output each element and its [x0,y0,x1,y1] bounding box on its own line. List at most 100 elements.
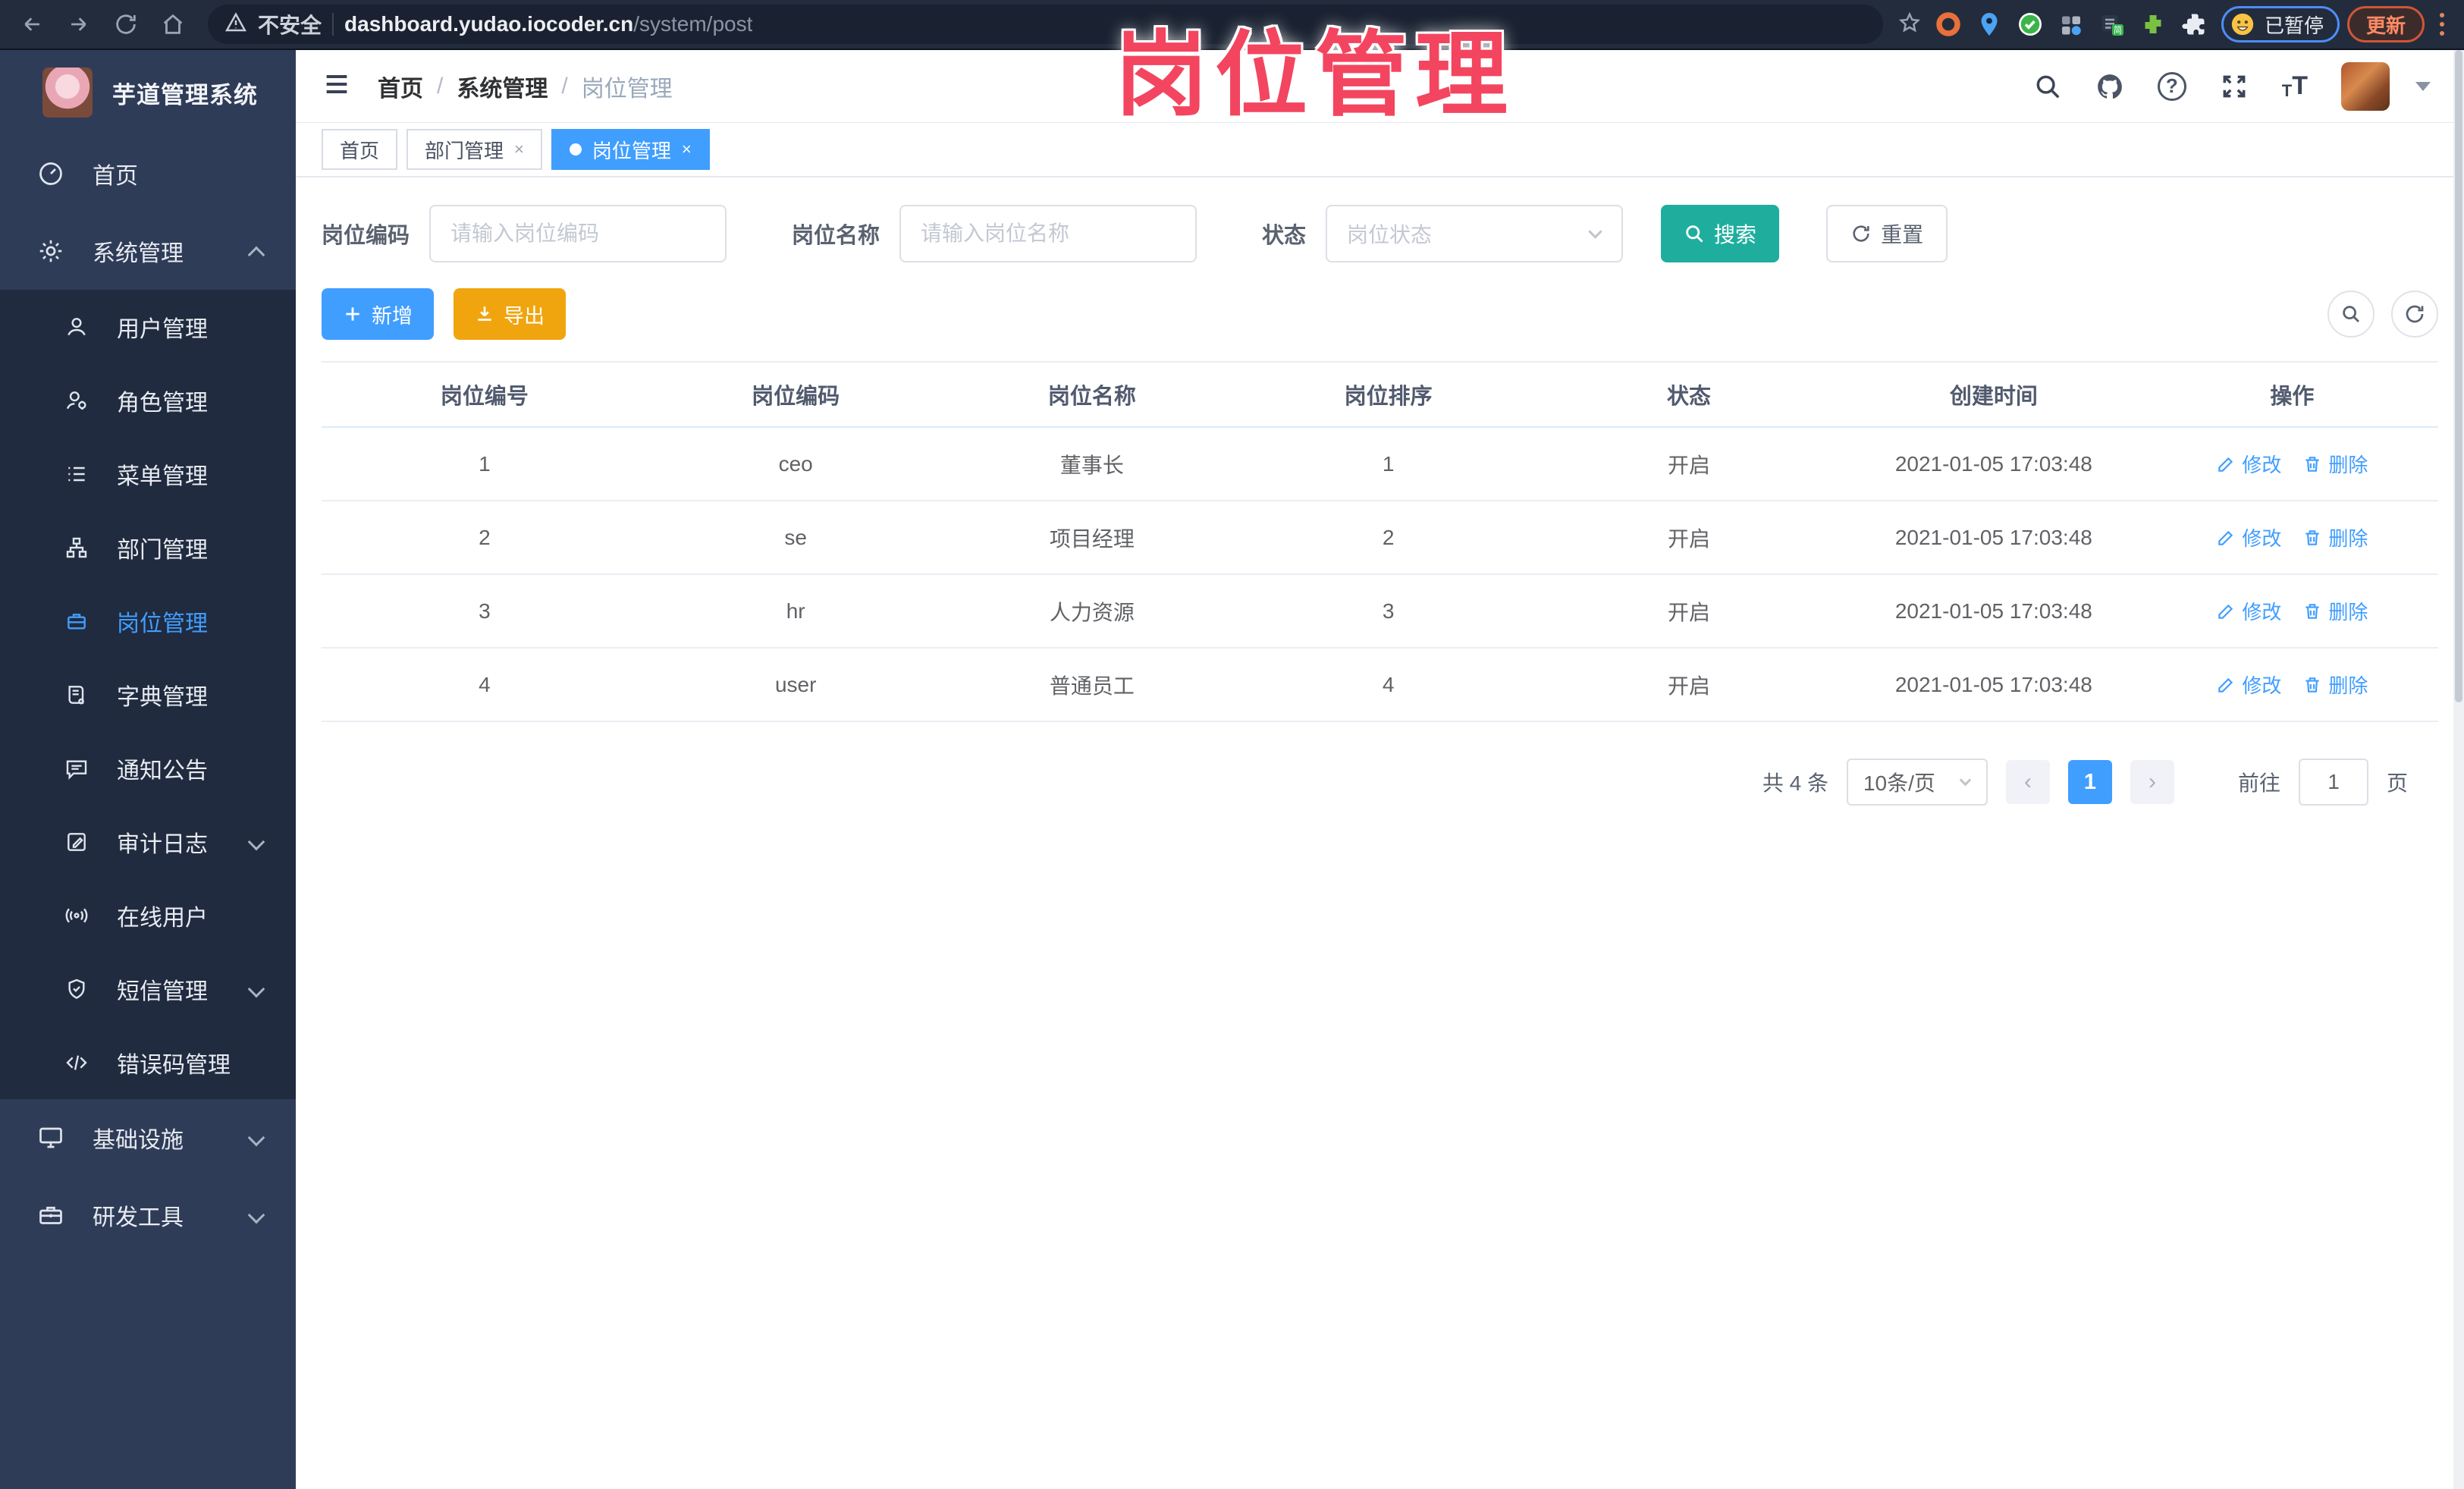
reset-button[interactable]: 重置 [1826,205,1948,262]
table-row[interactable]: 3 hr 人力资源 3 开启 2021-01-05 17:03:48 修改 删除 [322,574,2438,649]
sidebar-item-home[interactable]: 首页 [0,135,296,212]
extension-icon-green-check[interactable] [2017,11,2044,38]
extension-icon-orange-ring[interactable] [1935,11,1962,38]
extension-icon-green-puzzle[interactable] [2139,11,2167,38]
home-button[interactable] [153,5,193,44]
page-scrollbar[interactable] [2453,50,2464,1489]
security-label[interactable]: 不安全 [258,9,322,39]
screen: 岗位管理 不安全 dashboard.yudao.iocoder.cn/syst… [0,0,2464,1489]
sidebar-item-sms-mgmt[interactable]: 短信管理 [0,952,296,1026]
breadcrumb-home[interactable]: 首页 [378,70,423,103]
hamburger-icon[interactable] [322,69,352,103]
security-warning-icon[interactable] [224,11,247,38]
font-size-icon[interactable]: TT [2282,71,2308,101]
table-row[interactable]: 1 ceo 董事长 1 开启 2021-01-05 17:03:48 修改 删除 [322,427,2438,501]
sidebar-item-errcode-mgmt[interactable]: 错误码管理 [0,1026,296,1099]
sidebar-item-notice[interactable]: 通知公告 [0,731,296,805]
sidebar-item-dict-mgmt[interactable]: 字典管理 [0,658,296,731]
scrollbar-thumb[interactable] [2455,50,2462,702]
sidebar-item-audit-log[interactable]: 审计日志 [0,805,296,878]
note-edit-icon [64,829,89,855]
add-button[interactable]: 新增 [322,288,434,340]
search-icon[interactable] [2033,72,2062,101]
chevron-down-icon[interactable] [2415,81,2431,91]
delete-link[interactable]: 删除 [2302,450,2368,478]
sidebar-item-dept-mgmt[interactable]: 部门管理 [0,510,296,584]
extensions-menu-icon[interactable] [2180,11,2208,38]
delete-link[interactable]: 删除 [2302,671,2368,699]
cell-actions: 修改 删除 [2145,501,2438,575]
sidebar-item-post-mgmt[interactable]: 岗位管理 [0,584,296,658]
chevron-up-icon [247,246,265,264]
prev-page-button[interactable]: ‹ [2005,760,2050,804]
table-row[interactable]: 4 user 普通员工 4 开启 2021-01-05 17:03:48 修改 … [322,648,2438,722]
extension-icon-grid[interactable] [2058,11,2085,38]
goto-page-input[interactable] [2298,759,2368,806]
table-header-row: 岗位编号 岗位编码 岗位名称 岗位排序 状态 创建时间 操作 [322,361,2438,428]
status-select[interactable]: 岗位状态 [1326,205,1624,262]
page-size-select[interactable]: 10条/页 [1846,759,1988,806]
sidebar-item-label: 部门管理 [117,537,208,563]
back-button[interactable] [12,5,52,44]
avatar[interactable] [2341,61,2390,111]
tab-dept-mgmt[interactable]: 部门管理 × [406,129,542,170]
page-number-1[interactable]: 1 [2067,760,2112,804]
extension-icon-translate[interactable]: 简 [2098,11,2126,38]
delete-link[interactable]: 删除 [2302,523,2368,551]
sidebar-item-infra[interactable]: 基础设施 [0,1099,296,1176]
total-count: 共 4 条 [1762,771,1828,795]
sidebar-item-label: 短信管理 [117,979,208,1004]
edit-link[interactable]: 修改 [2216,523,2281,551]
sidebar-item-system[interactable]: 系统管理 [0,212,296,290]
breadcrumb-current: 岗位管理 [581,76,673,102]
browser-menu-icon[interactable] [2432,13,2452,36]
breadcrumb-system[interactable]: 系统管理 [457,70,548,103]
github-icon[interactable] [2095,72,2124,101]
page-unit-label: 页 [2386,771,2408,795]
status-label: 状态 [1262,224,1307,248]
export-button[interactable]: 导出 [454,288,566,340]
address-bar[interactable]: 不安全 dashboard.yudao.iocoder.cn/system/po… [208,5,1883,44]
forward-button[interactable] [59,5,99,44]
page-size-value: 10条/页 [1863,771,1935,795]
refresh-table-button[interactable] [2391,291,2438,338]
close-icon[interactable]: × [682,140,692,159]
sidebar-item-menu-mgmt[interactable]: 菜单管理 [0,437,296,510]
cell-created: 2021-01-05 17:03:48 [1841,574,2146,649]
main-area: 首页 / 系统管理 / 岗位管理 ? T T 首页 部门管理 × 岗位管理 × … [296,50,2464,1489]
url-text[interactable]: dashboard.yudao.iocoder.cn/system/post [344,12,752,36]
chevron-down-icon [1588,224,1602,239]
bookmark-star-icon[interactable] [1898,11,1921,38]
sidebar-item-devtools[interactable]: 研发工具 [0,1176,296,1254]
reload-button[interactable] [106,5,146,44]
sidebar-item-user-mgmt[interactable]: 用户管理 [0,290,296,363]
tab-post-mgmt[interactable]: 岗位管理 × [551,129,710,170]
paused-profile-badge[interactable]: 已暂停 [2221,6,2340,42]
cell-post-sort: 3 [1240,574,1537,649]
post-name-input[interactable] [899,205,1197,262]
post-code-input[interactable] [429,205,727,262]
next-page-button[interactable]: › [2130,760,2174,804]
sidebar-item-online-users[interactable]: 在线用户 [0,878,296,952]
cell-created: 2021-01-05 17:03:48 [1841,501,2146,575]
edit-link[interactable]: 修改 [2216,671,2281,699]
col-post-code: 岗位编码 [647,361,944,428]
fullscreen-icon[interactable] [2220,72,2249,101]
sidebar-item-role-mgmt[interactable]: 角色管理 [0,363,296,437]
smiley-avatar-icon [2231,13,2254,36]
search-icon [2343,306,2359,322]
header-actions: ? TT [2033,61,2431,111]
extension-icon-location-pin[interactable] [1976,11,2003,38]
table-row[interactable]: 2 se 项目经理 2 开启 2021-01-05 17:03:48 修改 删除 [322,501,2438,575]
delete-link[interactable]: 删除 [2302,597,2368,625]
tab-home[interactable]: 首页 [322,129,398,170]
toggle-search-button[interactable] [2327,291,2375,338]
close-icon[interactable]: × [514,140,524,159]
sidebar-logo-row[interactable]: 芋道管理系统 [0,50,296,135]
sidebar-item-label: 角色管理 [117,390,208,416]
edit-link[interactable]: 修改 [2216,597,2281,625]
help-icon[interactable]: ? [2157,71,2186,101]
chrome-update-button[interactable]: 更新 [2346,6,2425,42]
search-button[interactable]: 搜索 [1661,205,1780,262]
edit-link[interactable]: 修改 [2216,450,2281,478]
